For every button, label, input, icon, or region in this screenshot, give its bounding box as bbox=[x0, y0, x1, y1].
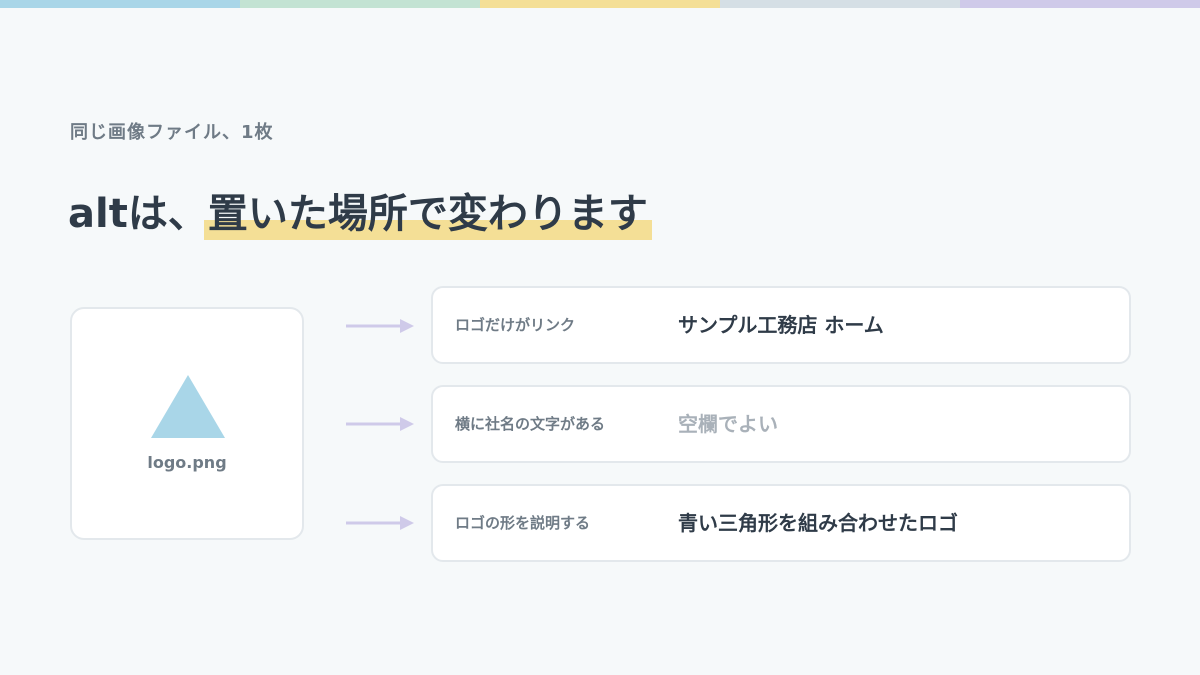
alt-text-value: 空欄でよい bbox=[678, 412, 778, 436]
image-file-card: logo.png bbox=[70, 307, 304, 540]
alt-example-card-link-only: ロゴだけがリンク サンプル工務店 ホーム bbox=[431, 286, 1131, 364]
arrow-icon bbox=[346, 319, 414, 333]
arrow-icon bbox=[346, 516, 414, 530]
top-bar-segment-2 bbox=[240, 0, 480, 8]
context-label: 横に社名の文字がある bbox=[455, 415, 606, 433]
alt-example-card-describe-shape: ロゴの形を説明する 青い三角形を組み合わせたロゴ bbox=[431, 484, 1131, 562]
top-bar-segment-5 bbox=[960, 0, 1200, 8]
alt-text-value: サンプル工務店 ホーム bbox=[678, 313, 884, 337]
triangle-icon bbox=[151, 375, 225, 438]
page-title: altは、置いた場所で変わります bbox=[68, 186, 652, 242]
title-highlight-text: 置いた場所で変わります bbox=[207, 191, 648, 237]
top-bar-segment-4 bbox=[720, 0, 960, 8]
alt-example-card-with-company-name: 横に社名の文字がある 空欄でよい bbox=[431, 385, 1131, 463]
top-bar-segment-3 bbox=[480, 0, 720, 8]
top-bar-segment-1 bbox=[0, 0, 240, 8]
top-color-bar bbox=[0, 0, 1200, 8]
title-highlight: 置いた場所で変わります bbox=[203, 186, 652, 242]
alt-text-value: 青い三角形を組み合わせたロゴ bbox=[678, 511, 958, 535]
image-filename: logo.png bbox=[147, 453, 227, 472]
context-label: ロゴの形を説明する bbox=[455, 514, 591, 532]
arrow-icon bbox=[346, 417, 414, 431]
kicker-text: 同じ画像ファイル、1枚 bbox=[70, 122, 274, 143]
context-label: ロゴだけがリンク bbox=[455, 316, 576, 334]
title-prefix: altは、 bbox=[68, 191, 208, 237]
